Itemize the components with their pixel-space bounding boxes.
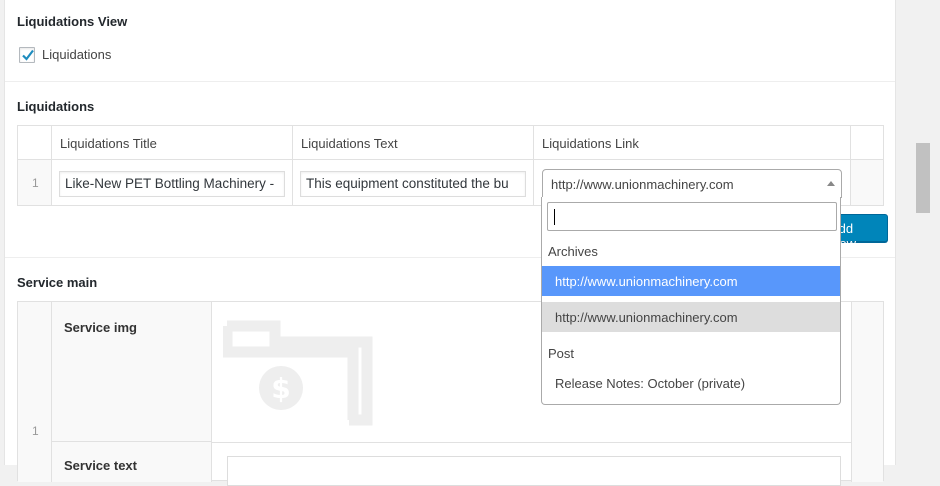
liquidations-link-dropdown[interactable]: Archives http://www.unionmachinery.com h… [541, 197, 841, 405]
scrollbar-thumb[interactable] [916, 143, 930, 213]
dropdown-arrow-icon[interactable] [827, 181, 835, 186]
liquidations-view-label: Liquidations View [17, 14, 128, 29]
repeater-header: Liquidations Title Liquidations Text Liq… [18, 126, 883, 160]
liquidations-title-input[interactable]: Like-New PET Bottling Machinery - [59, 171, 285, 197]
row-handle[interactable]: 1 [18, 302, 52, 482]
service-text-label: Service text [64, 458, 137, 473]
service-main-label: Service main [17, 275, 98, 290]
row-handle[interactable]: 1 [18, 160, 52, 205]
dropdown-group-archives: Archives [548, 244, 598, 259]
dropdown-option[interactable]: Release Notes: October (private) [542, 368, 840, 398]
dropdown-group-post: Post [548, 346, 575, 361]
row-actions [851, 160, 883, 205]
liquidations-label: Liquidations [17, 99, 95, 114]
column-header: Liquidations Link [534, 126, 851, 160]
dropdown-search-input[interactable] [547, 202, 837, 231]
scrollbar-track[interactable] [912, 0, 932, 465]
liquidations-checkbox[interactable] [19, 47, 35, 63]
dropdown-option[interactable]: http://www.unionmachinery.com [542, 266, 840, 296]
column-header: Liquidations Title [52, 126, 293, 160]
divider [5, 81, 895, 82]
row-actions [851, 302, 883, 482]
svg-text:$: $ [271, 372, 290, 405]
dropdown-option[interactable]: http://www.unionmachinery.com [542, 302, 840, 332]
column-header: Liquidations Text [293, 126, 534, 160]
liquidations-link-select[interactable]: http://www.unionmachinery.com [542, 169, 842, 198]
service-text-input[interactable] [227, 456, 841, 486]
liquidations-text-input[interactable]: This equipment constituted the bu [300, 171, 526, 197]
checkmark-icon [22, 49, 34, 61]
service-img-label: Service img [64, 320, 137, 335]
image-placeholder-icon[interactable]: $ [223, 316, 378, 426]
liquidations-checkbox-label[interactable]: Liquidations [42, 47, 111, 62]
